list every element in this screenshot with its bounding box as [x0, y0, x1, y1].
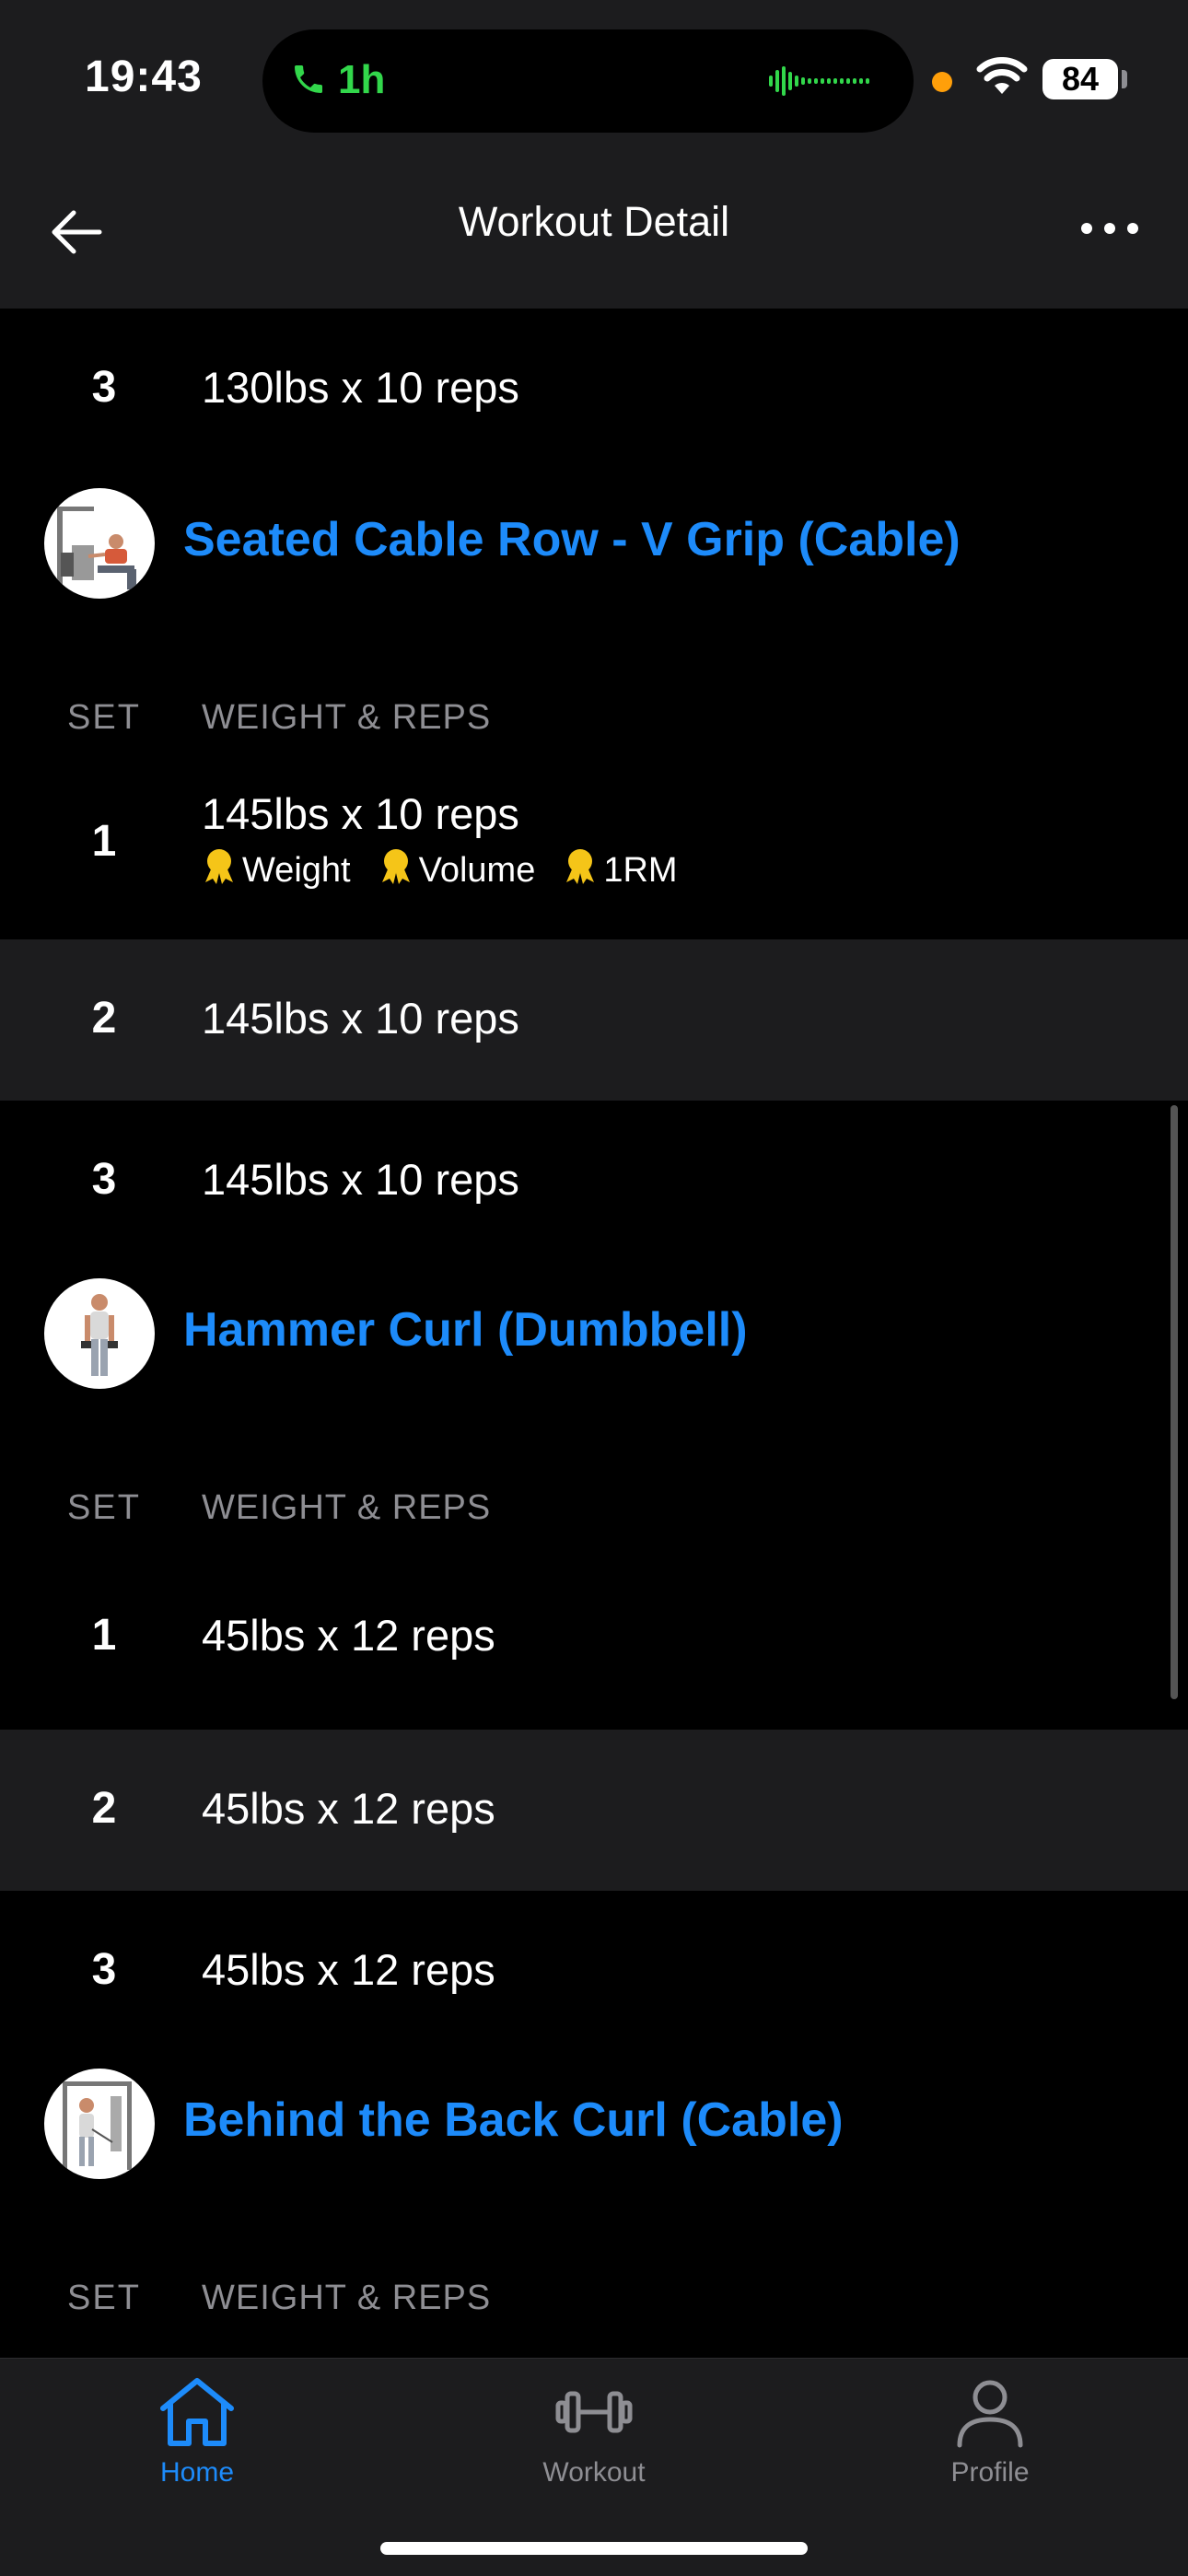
- exercise-thumbnail[interactable]: [44, 2069, 155, 2179]
- set-weight-reps: 145lbs x 10 reps: [202, 994, 519, 1043]
- exercise-name[interactable]: Behind the Back Curl (Cable): [183, 2092, 844, 2148]
- profile-icon: [949, 2380, 1031, 2453]
- set-weight-reps: 45lbs x 12 reps: [202, 1611, 495, 1660]
- column-weight-reps-label: WEIGHT & REPS: [202, 698, 492, 737]
- set-row: 3 45lbs x 12 reps: [0, 1891, 1188, 2052]
- set-weight-reps: 45lbs x 12 reps: [202, 1945, 495, 1994]
- record-weight: Weight: [202, 847, 351, 893]
- home-indicator[interactable]: [380, 2542, 808, 2555]
- set-column-header: SET WEIGHT & REPS: [0, 1472, 1188, 1545]
- tab-label: Profile: [950, 2457, 1030, 2488]
- exercise-thumbnail[interactable]: [44, 1278, 155, 1389]
- set-weight-reps: 130lbs x 10 reps: [202, 363, 519, 412]
- page-title: Workout Detail: [458, 198, 730, 245]
- exercise-header[interactable]: Seated Cable Row - V Grip (Cable): [0, 470, 1188, 608]
- audio-waveform-icon: [769, 64, 879, 102]
- set-number: 1: [91, 817, 117, 866]
- status-time: 19:43: [85, 52, 203, 101]
- set-column-header: SET WEIGHT & REPS: [0, 682, 1188, 755]
- set-weight-reps: 145lbs x 10 reps: [202, 1155, 519, 1204]
- set-row: 1 145lbs x 10 reps Weight Volume 1RM: [0, 755, 1188, 926]
- scrollbar[interactable]: [1171, 1105, 1178, 1699]
- medal-icon: [202, 847, 242, 893]
- exercise-header[interactable]: Hammer Curl (Dumbbell): [0, 1260, 1188, 1398]
- set-row: 1 45lbs x 12 reps: [0, 1545, 1188, 1730]
- set-column-header: SET WEIGHT & REPS: [0, 2262, 1188, 2336]
- tab-label: Home: [159, 2457, 235, 2488]
- tab-profile[interactable]: Profile: [898, 2375, 1082, 2489]
- exercise-name[interactable]: Seated Cable Row - V Grip (Cable): [183, 512, 961, 567]
- column-weight-reps-label: WEIGHT & REPS: [202, 2279, 492, 2317]
- dynamic-island[interactable]: 1h: [262, 29, 914, 133]
- call-duration: 1h: [338, 57, 386, 102]
- battery-tip: [1122, 70, 1127, 88]
- set-number: 3: [91, 363, 117, 412]
- column-set-label: SET: [67, 2279, 141, 2317]
- set-row: 3 145lbs x 10 reps: [0, 1101, 1188, 1262]
- tab-label: Workout: [542, 2457, 646, 2488]
- privacy-indicator: [932, 72, 952, 92]
- medal-icon: [563, 847, 603, 893]
- set-weight-reps: 145lbs x 10 reps: [202, 789, 519, 838]
- set-number: 3: [91, 1945, 117, 1994]
- set-number: 3: [91, 1155, 117, 1204]
- medal-icon: [379, 847, 419, 893]
- set-number: 1: [91, 1611, 117, 1660]
- set-number: 2: [91, 1784, 117, 1833]
- status-bar: 19:43 1h 84: [0, 0, 1188, 157]
- exercise-name[interactable]: Hammer Curl (Dumbbell): [183, 1302, 748, 1358]
- exercise-header[interactable]: Behind the Back Curl (Cable): [0, 2050, 1188, 2188]
- tab-workout[interactable]: Workout: [502, 2375, 686, 2489]
- record-volume: Volume: [379, 847, 536, 893]
- column-set-label: SET: [67, 1488, 141, 1527]
- wifi-icon: [976, 57, 1028, 102]
- column-weight-reps-label: WEIGHT & REPS: [202, 1488, 492, 1527]
- record-label: Weight: [242, 850, 351, 890]
- set-weight-reps: 45lbs x 12 reps: [202, 1784, 495, 1833]
- phone-icon: [290, 59, 327, 104]
- set-row: 2 145lbs x 10 reps: [0, 939, 1188, 1101]
- record-1rm: 1RM: [563, 847, 678, 893]
- personal-records: Weight Volume 1RM: [202, 847, 705, 893]
- tab-home[interactable]: Home: [105, 2375, 289, 2489]
- set-number: 2: [91, 994, 117, 1043]
- set-row: 3 130lbs x 10 reps: [0, 309, 1188, 470]
- more-options-icon[interactable]: [1079, 221, 1140, 240]
- set-row: 2 45lbs x 12 reps: [0, 1730, 1188, 1891]
- battery-indicator: 84: [1042, 59, 1118, 99]
- column-set-label: SET: [67, 698, 141, 737]
- nav-bar: Workout Detail: [0, 157, 1188, 309]
- record-label: Volume: [418, 850, 536, 890]
- exercise-thumbnail[interactable]: [44, 488, 155, 599]
- home-icon: [156, 2378, 239, 2453]
- record-label: 1RM: [603, 850, 678, 890]
- dumbbell-icon: [553, 2391, 635, 2453]
